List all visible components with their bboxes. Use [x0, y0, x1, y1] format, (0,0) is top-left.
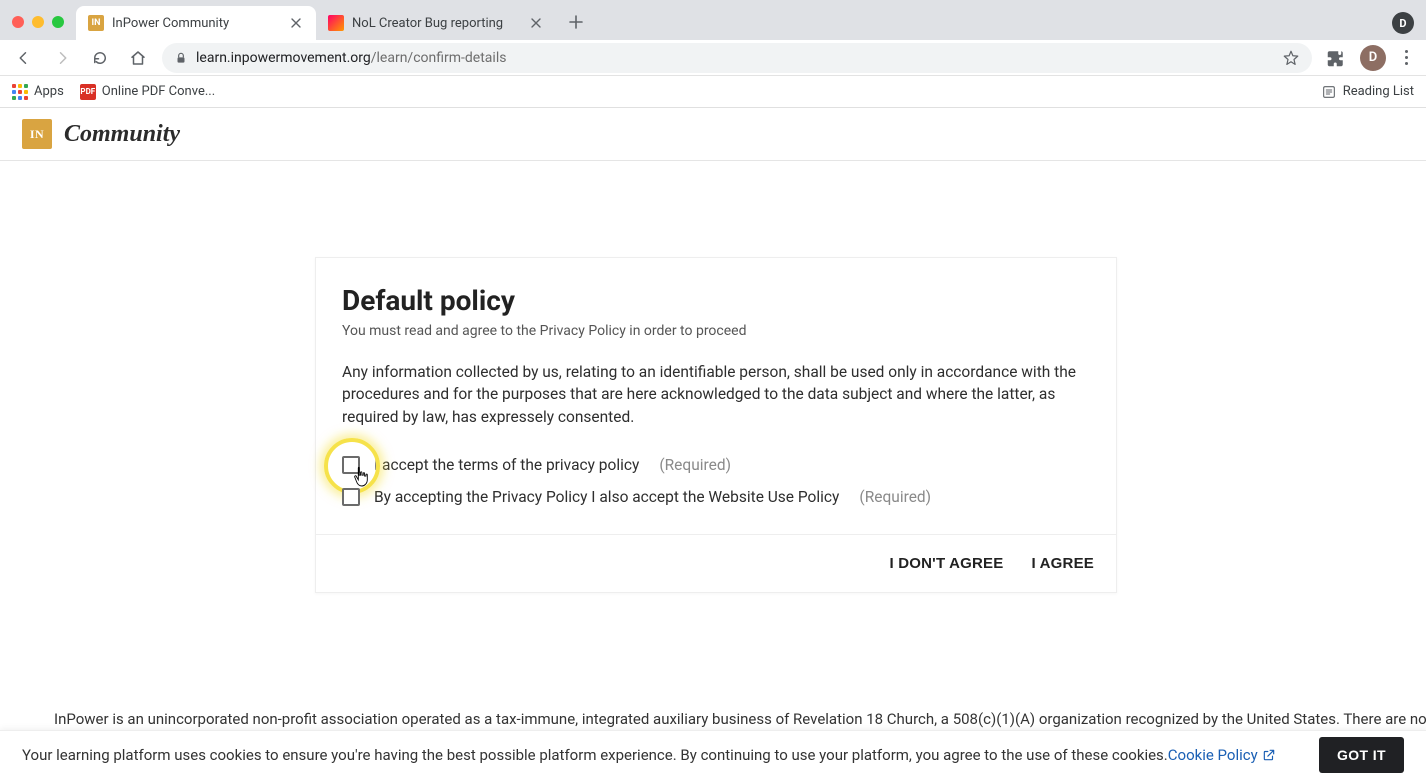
bookmark-online-pdf-converter[interactable]: PDF Online PDF Conve...	[80, 84, 215, 100]
tab-close-button[interactable]	[288, 15, 304, 31]
tab-nol-creator-bug-reporting[interactable]: NoL Creator Bug reporting	[316, 6, 556, 40]
policy-card-footer: I DON'T AGREE I AGREE	[316, 534, 1116, 592]
browser-chrome: IN InPower Community NoL Creator Bug rep…	[0, 0, 1426, 108]
pdf-icon: PDF	[80, 84, 96, 100]
policy-card: Default policy You must read and agree t…	[315, 257, 1117, 593]
bookmarks-bar: Apps PDF Online PDF Conve... Reading Lis…	[0, 76, 1426, 108]
nav-home-button[interactable]	[124, 44, 152, 72]
close-icon	[291, 18, 301, 28]
tab-title: InPower Community	[112, 16, 280, 31]
puzzle-icon	[1327, 49, 1345, 67]
browser-toolbar: learn.inpowermovement.org/learn/confirm-…	[0, 40, 1426, 76]
tab-close-button[interactable]	[528, 15, 544, 31]
browser-user-badge[interactable]: D	[1392, 12, 1414, 34]
window-zoom-button[interactable]	[52, 16, 64, 28]
dot-icon	[1405, 62, 1408, 65]
app-header: IN Community	[0, 108, 1426, 161]
app-logo-text: IN	[30, 127, 44, 142]
plus-icon	[569, 15, 583, 29]
app-title: Community	[64, 121, 180, 148]
cookie-banner-text: Your learning platform uses cookies to e…	[22, 746, 1276, 764]
tab-favicon-text: IN	[92, 18, 101, 28]
extensions-button[interactable]	[1322, 44, 1350, 72]
tab-inpower-community[interactable]: IN InPower Community	[76, 6, 316, 40]
tab-title: NoL Creator Bug reporting	[352, 16, 520, 31]
dot-icon	[1405, 50, 1408, 53]
url-host: learn.inpowermovement.org	[196, 50, 371, 66]
bookmark-star-icon[interactable]	[1282, 49, 1300, 67]
arrow-right-icon	[53, 49, 71, 67]
tab-strip: IN InPower Community NoL Creator Bug rep…	[0, 0, 1426, 40]
cookie-accept-button[interactable]: GOT IT	[1319, 737, 1404, 773]
bookmark-label: Online PDF Conve...	[102, 84, 215, 99]
window-controls	[12, 16, 64, 28]
agree-button[interactable]: I AGREE	[1027, 549, 1098, 578]
profile-initial: D	[1369, 50, 1377, 65]
bookmark-apps[interactable]: Apps	[12, 84, 64, 100]
tab-favicon	[328, 15, 344, 31]
profile-avatar[interactable]: D	[1360, 45, 1386, 71]
reload-icon	[91, 49, 109, 67]
cookie-policy-link[interactable]: Cookie Policy	[1168, 746, 1276, 764]
arrow-left-icon	[15, 49, 33, 67]
dot-icon	[1405, 56, 1408, 59]
nav-back-button[interactable]	[10, 44, 38, 72]
checkbox-label: I accept the terms of the privacy policy	[374, 456, 639, 474]
checkbox-website-use-policy[interactable]	[342, 488, 360, 506]
nav-forward-button[interactable]	[48, 44, 76, 72]
address-bar[interactable]: learn.inpowermovement.org/learn/confirm-…	[162, 43, 1312, 73]
window-close-button[interactable]	[12, 16, 24, 28]
apps-grid-icon	[12, 84, 28, 100]
user-badge-initial: D	[1399, 17, 1406, 30]
reading-list-label: Reading List	[1343, 84, 1414, 99]
new-tab-button[interactable]	[562, 8, 590, 36]
close-icon	[531, 18, 541, 28]
cookie-link-label: Cookie Policy	[1168, 746, 1258, 764]
page-footer-text: InPower is an unincorporated non-profit …	[0, 708, 1426, 731]
checkbox-label: By accepting the Privacy Policy I also a…	[374, 488, 839, 506]
reading-list-icon	[1321, 84, 1337, 100]
lock-icon	[174, 51, 188, 65]
cookie-text-body: Your learning platform uses cookies to e…	[22, 746, 1168, 764]
dont-agree-button[interactable]: I DON'T AGREE	[886, 549, 1008, 578]
reading-list-button[interactable]: Reading List	[1321, 84, 1414, 100]
policy-checkboxes: I accept the terms of the privacy policy…	[342, 456, 1090, 506]
window-minimize-button[interactable]	[32, 16, 44, 28]
home-icon	[129, 49, 147, 67]
policy-body-text: Any information collected by us, relatin…	[342, 361, 1090, 428]
policy-subtitle: You must read and agree to the Privacy P…	[342, 323, 1090, 339]
checkbox-privacy-policy[interactable]	[342, 456, 360, 474]
checkbox-row-website-use-policy: By accepting the Privacy Policy I also a…	[342, 488, 1090, 506]
url-text: learn.inpowermovement.org/learn/confirm-…	[196, 50, 1274, 66]
page-body: Default policy You must read and agree t…	[0, 161, 1426, 778]
required-badge: (Required)	[859, 488, 931, 506]
required-badge: (Required)	[659, 456, 731, 474]
policy-title: Default policy	[342, 284, 1090, 317]
tab-favicon: IN	[88, 15, 104, 31]
policy-card-inner: Default policy You must read and agree t…	[316, 258, 1116, 534]
bookmark-label: Apps	[34, 84, 64, 99]
cookie-banner: Your learning platform uses cookies to e…	[0, 730, 1426, 778]
url-path: /learn/confirm-details	[371, 50, 507, 66]
app-logo[interactable]: IN	[22, 119, 52, 149]
browser-menu-button[interactable]	[1396, 50, 1416, 65]
external-link-icon	[1262, 748, 1276, 762]
checkbox-row-privacy-policy: I accept the terms of the privacy policy…	[342, 456, 1090, 474]
nav-reload-button[interactable]	[86, 44, 114, 72]
